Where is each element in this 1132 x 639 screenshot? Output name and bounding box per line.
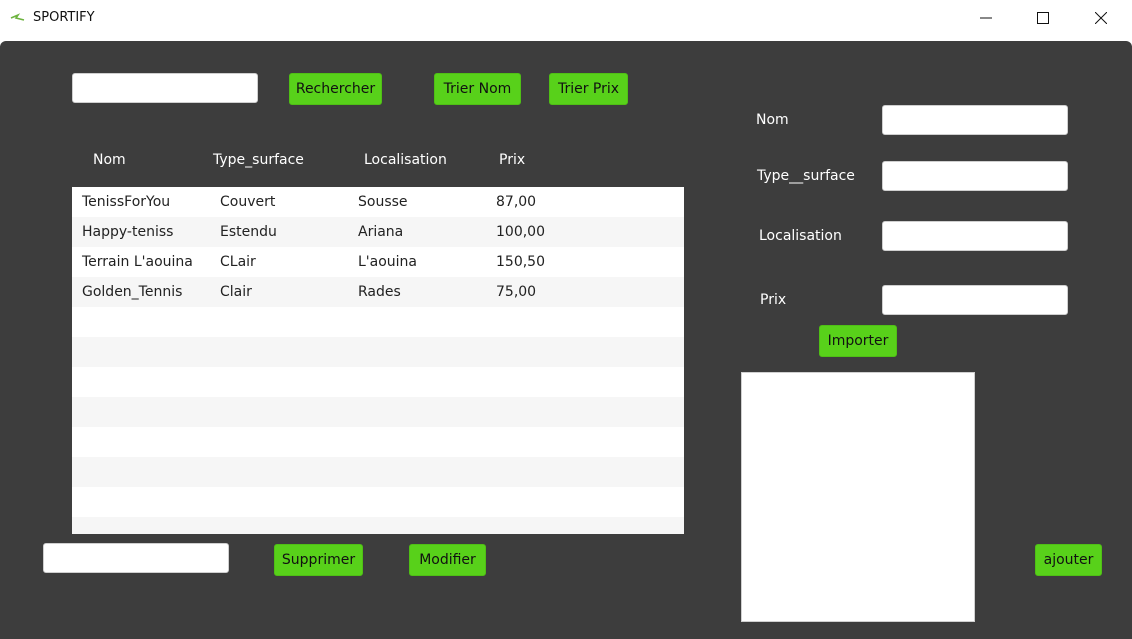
close-button[interactable]	[1072, 0, 1130, 36]
type-surface-label: Type__surface	[757, 168, 855, 184]
localisation-input[interactable]	[882, 221, 1068, 251]
localisation-label: Localisation	[759, 228, 842, 244]
table-row-empty	[72, 397, 684, 427]
maximize-icon	[1037, 12, 1049, 24]
minimize-button[interactable]	[957, 0, 1015, 36]
prix-label: Prix	[760, 292, 787, 308]
table-row-empty	[72, 337, 684, 367]
table-row-empty	[72, 427, 684, 457]
nom-input[interactable]	[882, 105, 1068, 135]
import-image-button[interactable]: Importer	[819, 325, 897, 357]
table-row[interactable]: TenissForYou Couvert Sousse 87,00	[72, 187, 684, 217]
modify-button[interactable]: Modifier	[409, 544, 486, 576]
table-row-empty	[72, 367, 684, 397]
cell-localisation: Sousse	[358, 194, 408, 210]
cell-prix: 100,00	[496, 224, 545, 240]
maximize-button[interactable]	[1014, 0, 1072, 36]
cell-nom: Terrain L'aouina	[82, 254, 193, 270]
cell-type-surface: Estendu	[220, 224, 277, 240]
table-row[interactable]: Terrain L'aouina CLair L'aouina 150,50	[72, 247, 684, 277]
add-button[interactable]: ajouter	[1035, 544, 1102, 576]
window-title: SPORTIFY	[33, 10, 95, 25]
title-bar: SPORTIFY	[0, 0, 1132, 38]
cell-nom: Golden_Tennis	[82, 284, 183, 300]
id-input[interactable]	[43, 543, 229, 573]
column-header-type-surface[interactable]: Type_surface	[213, 152, 304, 168]
column-header-prix[interactable]: Prix	[499, 152, 525, 168]
search-button[interactable]: Rechercher	[289, 73, 382, 105]
type-surface-input[interactable]	[882, 161, 1068, 191]
prix-input[interactable]	[882, 285, 1068, 315]
cell-type-surface: CLair	[220, 254, 256, 270]
table-row[interactable]: Golden_Tennis Clair Rades 75,00	[72, 277, 684, 307]
main-panel: Rechercher Trier Nom Trier Prix Nom Type…	[0, 41, 1132, 639]
delete-button[interactable]: Supprimer	[274, 544, 363, 576]
sort-by-price-button[interactable]: Trier Prix	[549, 73, 628, 105]
close-icon	[1095, 12, 1107, 24]
cell-prix: 75,00	[496, 284, 537, 300]
table-row-empty	[72, 487, 684, 517]
cell-prix: 87,00	[496, 194, 537, 210]
column-header-localisation[interactable]: Localisation	[364, 152, 447, 168]
cell-prix: 150,50	[496, 254, 545, 270]
cell-localisation: L'aouina	[358, 254, 418, 270]
column-header-nom[interactable]: Nom	[93, 152, 126, 168]
nom-label: Nom	[756, 112, 789, 128]
table-row-empty	[72, 307, 684, 337]
minimize-icon	[980, 17, 992, 19]
image-preview	[741, 372, 975, 622]
cell-localisation: Ariana	[358, 224, 404, 240]
cell-type-surface: Clair	[220, 284, 252, 300]
sort-by-name-button[interactable]: Trier Nom	[434, 73, 521, 105]
cell-type-surface: Couvert	[220, 194, 276, 210]
search-input[interactable]	[72, 73, 258, 103]
table-row[interactable]: Happy-teniss Estendu Ariana 100,00	[72, 217, 684, 247]
app-logo-icon	[10, 13, 25, 21]
cell-localisation: Rades	[358, 284, 401, 300]
cell-nom: TenissForYou	[82, 194, 171, 210]
cell-nom: Happy-teniss	[82, 224, 174, 240]
terrain-table[interactable]: TenissForYou Couvert Sousse 87,00 Happy-…	[72, 187, 684, 534]
table-row-empty	[72, 457, 684, 487]
table-row-empty	[72, 517, 684, 534]
